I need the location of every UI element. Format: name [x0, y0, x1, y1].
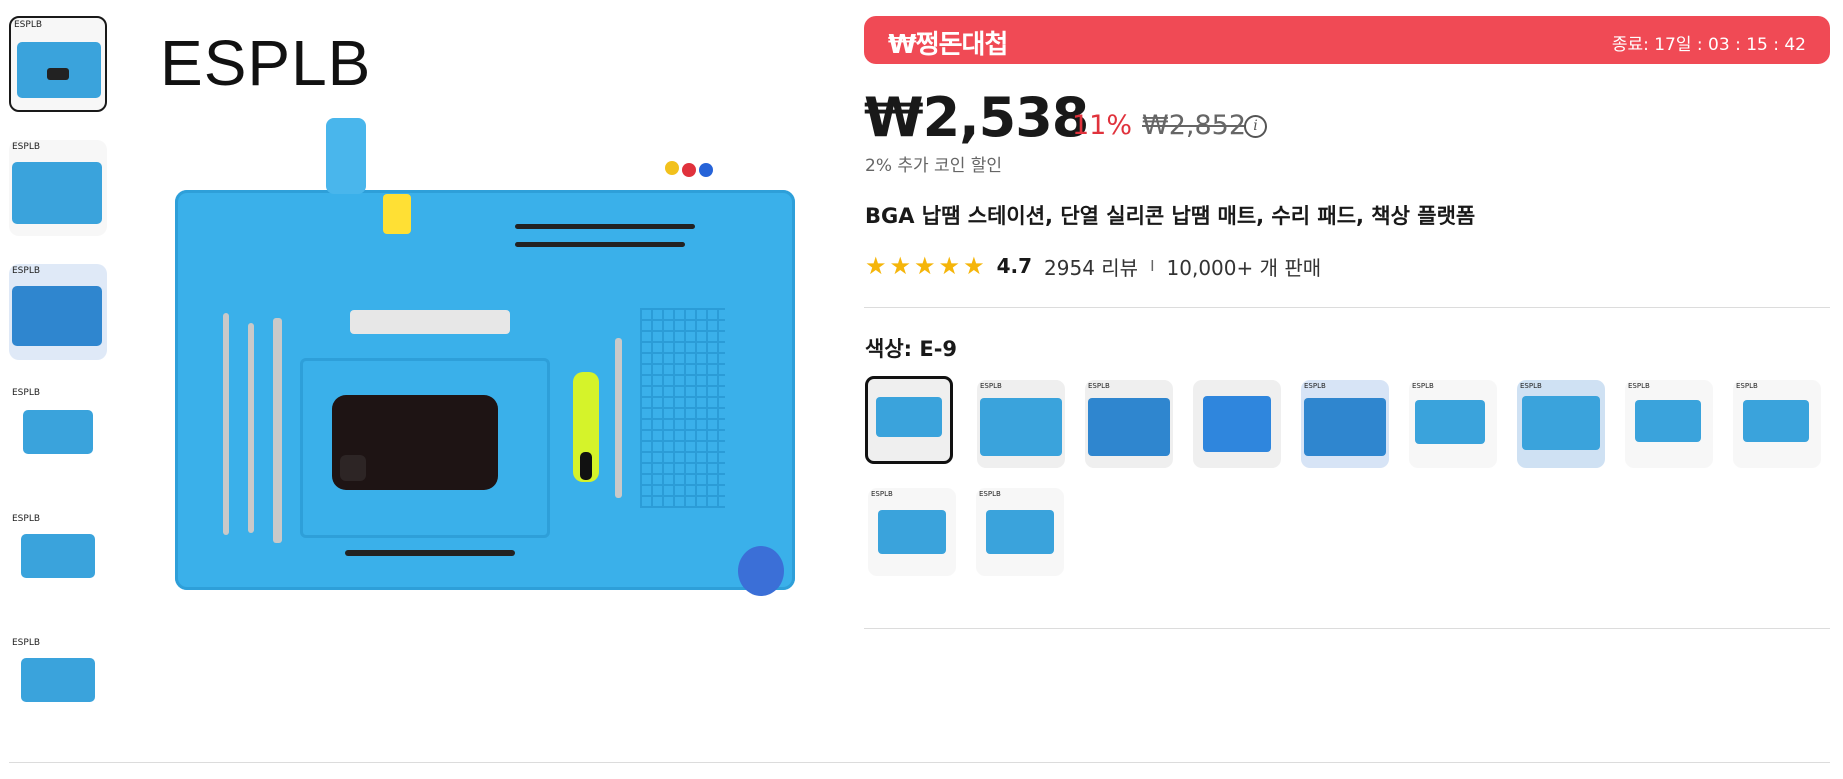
pen-tool	[345, 550, 515, 556]
color-swatch-3[interactable]: ESPLB	[1085, 380, 1173, 468]
star-icon: ★	[914, 252, 936, 280]
thumbnail-mat	[12, 162, 102, 224]
coin-discount: 2% 추가 코인 할인	[865, 156, 1003, 176]
mat-label-strip	[350, 310, 510, 334]
thumbnail-brand: ESPLB	[12, 142, 41, 152]
thumbnail-2[interactable]: ESPLB	[9, 140, 107, 236]
swatch-mat	[1088, 398, 1170, 456]
color-swatch-1[interactable]	[865, 376, 953, 464]
swatch-brand: ESPLB	[980, 382, 1002, 390]
swatch-mat	[1304, 398, 1386, 456]
swatch-mat	[1635, 400, 1701, 442]
swatch-brand: ESPLB	[1304, 382, 1326, 390]
swatch-mat	[876, 397, 942, 437]
main-image-brand: ESPLB	[160, 27, 372, 99]
swatch-brand: ESPLB	[1628, 382, 1650, 390]
mat-grid	[640, 308, 725, 508]
color-label: 색상: E-9	[865, 337, 958, 361]
main-product-image[interactable]: ESPLB	[160, 18, 800, 608]
swatch-brand: ESPLB	[1412, 382, 1434, 390]
pick-blue	[699, 163, 713, 177]
thumbnail-6[interactable]: ESPLB	[9, 636, 107, 732]
thumbnail-mat	[21, 658, 95, 702]
promo-countdown: 종료: 17일 : 03 : 15 : 42	[1611, 35, 1806, 55]
swatch-brand: ESPLB	[979, 490, 1001, 498]
thumbnail-brand: ESPLB	[12, 638, 41, 648]
spudger-tool	[248, 323, 254, 533]
pick-red	[682, 163, 696, 177]
promo-banner[interactable]: ₩쩡돈대첩 종료: 17일 : 03 : 15 : 42	[864, 16, 1830, 64]
phone-on-mat	[332, 395, 498, 490]
review-count-link[interactable]: 2954 리뷰	[1044, 252, 1138, 281]
sold-count: 10,000+ 개 판매	[1166, 255, 1322, 280]
star-icon: ★	[963, 252, 985, 280]
thumbnail-5[interactable]: ESPLB	[9, 512, 107, 608]
spudger-tool	[273, 318, 282, 543]
thumbnail-brand: ESPLB	[12, 388, 41, 398]
rating-row: ★ ★ ★ ★ ★ 4.7 2954 리뷰 I 10,000+ 개 판매	[865, 252, 1321, 280]
color-swatch-6[interactable]: ESPLB	[1409, 380, 1497, 468]
star-icon: ★	[865, 252, 887, 280]
star-icon: ★	[938, 252, 961, 280]
thumbnail-mat	[21, 534, 95, 578]
product-page: ESPLB ESPLB ESPLB ESPLB ESPLB ESPLB ESPL…	[0, 0, 1843, 779]
promo-logo: ₩쩡돈대첩	[888, 30, 1008, 60]
sponge-box	[383, 194, 411, 234]
page-divider	[9, 762, 1830, 763]
color-swatch-7[interactable]: ESPLB	[1517, 380, 1605, 468]
tweezers	[515, 224, 695, 229]
color-swatch-9[interactable]: ESPLB	[1733, 380, 1821, 468]
separator: I	[1150, 257, 1155, 275]
color-swatch-11[interactable]: ESPLB	[976, 488, 1064, 576]
thumbnail-brand: ESPLB	[12, 514, 41, 524]
rating-value: 4.7	[996, 254, 1033, 278]
opening-pick	[738, 546, 784, 596]
thumbnail-brand: ESPLB	[12, 266, 41, 276]
discount-percent: 11%	[1072, 110, 1133, 141]
color-swatch-4[interactable]	[1193, 380, 1281, 468]
thumbnail-brand: ESPLB	[14, 20, 43, 30]
swatch-mat	[878, 510, 946, 554]
info-icon[interactable]: i	[1244, 115, 1267, 138]
swatch-brand: ESPLB	[1088, 382, 1110, 390]
thumbnail-mat	[23, 410, 93, 454]
pick-yellow	[665, 161, 679, 175]
driver-bit	[615, 338, 622, 498]
swatch-mat	[1522, 396, 1600, 450]
spudger-tool	[223, 313, 229, 535]
thumbnail-1[interactable]: ESPLB	[9, 16, 107, 112]
thumbnail-4[interactable]: ESPLB	[9, 386, 107, 482]
divider	[864, 628, 1830, 629]
thumbnail-3[interactable]: ESPLB	[9, 264, 107, 360]
swatch-mat	[1743, 400, 1809, 442]
swatch-brand: ESPLB	[871, 490, 893, 498]
swatch-mat	[980, 398, 1062, 456]
sale-price: ₩2,538	[864, 86, 1089, 149]
product-title: BGA 납땜 스테이션, 단열 실리콘 납땜 매트, 수리 패드, 책상 플랫폼	[865, 204, 1476, 228]
swatch-mat	[1415, 400, 1485, 444]
swatch-mat	[986, 510, 1054, 554]
swatch-brand: ESPLB	[1520, 382, 1542, 390]
color-swatch-8[interactable]: ESPLB	[1625, 380, 1713, 468]
screwdriver	[573, 372, 599, 482]
mat-tab	[326, 118, 366, 194]
color-swatch-5[interactable]: ESPLB	[1301, 380, 1389, 468]
tweezers	[515, 242, 685, 247]
color-swatch-2[interactable]: ESPLB	[977, 380, 1065, 468]
swatch-brand: ESPLB	[1736, 382, 1758, 390]
swatch-mat	[1203, 396, 1271, 452]
thumbnail-mat	[12, 286, 102, 346]
color-swatch-10[interactable]: ESPLB	[868, 488, 956, 576]
star-icon: ★	[889, 252, 912, 280]
original-price: ₩2,852	[1142, 110, 1246, 141]
star-rating[interactable]: ★ ★ ★ ★ ★	[865, 254, 985, 278]
thumbnail-phone	[47, 68, 69, 80]
divider	[864, 307, 1830, 308]
